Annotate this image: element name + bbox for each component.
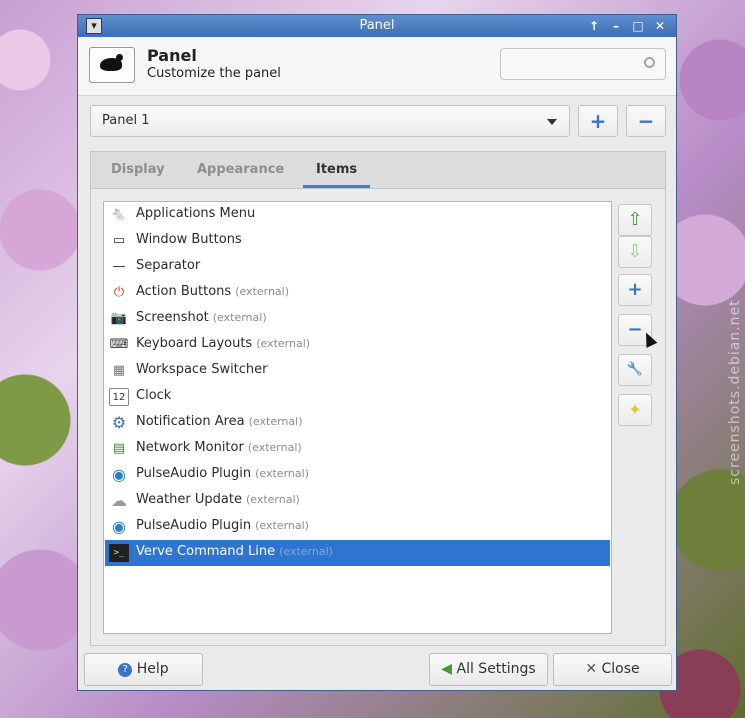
network-icon: ▤ <box>112 441 126 456</box>
audio-icon: ◉ <box>112 465 126 484</box>
all-settings-button[interactable]: ◀ All Settings <box>429 653 548 686</box>
add-item-button[interactable]: + <box>618 274 652 306</box>
list-item[interactable]: ◉ PulseAudio Plugin (external) <box>105 462 610 488</box>
list-item[interactable]: ☁ Weather Update (external) <box>105 488 610 514</box>
item-external-tag: (external) <box>279 545 333 558</box>
panel-app-icon <box>89 47 135 83</box>
item-external-tag: (external) <box>248 415 303 428</box>
header-title: Panel <box>147 46 197 65</box>
item-external-tag: (external) <box>255 519 309 532</box>
list-item[interactable]: 📷 Screenshot (external) <box>105 306 610 332</box>
item-label: Screenshot <box>136 310 209 325</box>
list-item[interactable]: ⌨ Keyboard Layouts (external) <box>105 332 610 358</box>
item-external-tag: (external) <box>256 337 311 350</box>
close-button[interactable]: ✕ Close <box>553 653 672 686</box>
tab-items[interactable]: Items <box>316 162 357 177</box>
remove-panel-button[interactable]: − <box>626 105 666 137</box>
maximize-button[interactable]: □ <box>630 18 646 34</box>
tab-display[interactable]: Display <box>111 162 165 177</box>
help-button[interactable]: ? Help <box>84 653 203 686</box>
move-up-button[interactable]: ⇧ <box>618 204 652 236</box>
titlebar[interactable]: ▾ Panel ↑ – □ ✕ <box>78 15 676 37</box>
settings-notebook: Display Appearance Items 🐁 Applications … <box>90 151 666 646</box>
item-external-tag: (external) <box>245 493 300 506</box>
list-item[interactable]: ⏻ Action Buttons (external) <box>105 280 610 306</box>
item-label: Separator <box>136 258 201 273</box>
list-item[interactable]: 🐁 Applications Menu <box>105 202 610 228</box>
list-item[interactable]: ▤ Network Monitor (external) <box>105 436 610 462</box>
item-label: Applications Menu <box>136 206 256 221</box>
item-label: Action Buttons <box>136 284 232 299</box>
minimize-button[interactable]: – <box>608 18 624 34</box>
camera-icon: 📷 <box>110 311 128 326</box>
close-window-button[interactable]: ✕ <box>652 18 668 34</box>
list-item[interactable]: — Separator <box>105 254 610 280</box>
back-arrow-icon: ◀ <box>441 661 453 677</box>
active-tab-indicator <box>303 185 370 188</box>
help-label: Help <box>136 661 169 677</box>
all-settings-label: All Settings <box>456 661 536 677</box>
mouse-icon: 🐁 <box>110 207 128 222</box>
item-label: Clock <box>136 388 172 403</box>
action-buttons-icon: ⏻ <box>113 285 125 300</box>
add-panel-button[interactable]: + <box>578 105 618 137</box>
list-item-selected[interactable]: >_ Verve Command Line (external) <box>105 540 610 566</box>
help-icon: ? <box>118 663 133 677</box>
item-external-tag: (external) <box>212 311 267 324</box>
list-item[interactable]: ⚙ Notification Area (external) <box>105 410 610 436</box>
watermark-text: screenshots.debian.net <box>727 299 743 485</box>
item-label: Window Buttons <box>136 232 242 247</box>
item-label: Workspace Switcher <box>136 362 268 377</box>
keyboard-icon: ⌨ <box>109 337 129 352</box>
audio-icon: ◉ <box>112 517 126 536</box>
item-external-tag: (external) <box>255 467 309 480</box>
items-list[interactable]: 🐁 Applications Menu ▭ Window Buttons — S… <box>103 201 612 634</box>
terminal-icon: >_ <box>109 544 129 562</box>
list-item[interactable]: ▭ Window Buttons <box>105 228 610 254</box>
search-icon <box>644 57 655 68</box>
panel-window: ▾ Panel ↑ – □ ✕ Panel Customize the pane… <box>77 14 677 691</box>
panel-select[interactable]: Panel 1 <box>90 105 570 137</box>
panel-select-value: Panel 1 <box>102 113 150 128</box>
shade-button[interactable]: ↑ <box>586 18 602 34</box>
close-label: Close <box>601 661 640 677</box>
list-item[interactable]: ▦ Workspace Switcher <box>105 358 610 384</box>
move-down-button[interactable]: ⇩ <box>618 236 652 268</box>
search-input[interactable] <box>500 48 666 80</box>
tab-appearance[interactable]: Appearance <box>197 162 284 177</box>
workspace-icon: ▦ <box>112 363 126 378</box>
item-label: Network Monitor <box>136 440 244 455</box>
close-icon: ✕ <box>585 661 598 677</box>
weather-icon: ☁ <box>111 491 127 510</box>
list-item[interactable]: ◉ PulseAudio Plugin (external) <box>105 514 610 540</box>
item-external-tag: (external) <box>235 285 290 298</box>
list-item[interactable]: 12 Clock <box>105 384 610 410</box>
item-external-tag: (external) <box>247 441 302 454</box>
item-label: Weather Update <box>136 492 242 507</box>
chevron-down-icon <box>547 119 557 125</box>
item-label: PulseAudio Plugin <box>136 518 252 533</box>
tab-bar: Display Appearance Items <box>91 152 665 189</box>
item-label: PulseAudio Plugin <box>136 466 252 481</box>
header-subtitle: Customize the panel <box>147 66 281 81</box>
calendar-icon: 12 <box>109 388 129 406</box>
about-item-button[interactable]: ✦ <box>618 394 652 426</box>
separator-icon: — <box>112 259 126 274</box>
dialog-header: Panel Customize the panel <box>78 37 676 96</box>
window-buttons-icon: ▭ <box>112 233 126 248</box>
item-label: Keyboard Layouts <box>136 336 253 351</box>
item-label: Notification Area <box>136 414 245 429</box>
item-label: Verve Command Line <box>136 544 276 559</box>
edit-item-button[interactable]: 🔧 <box>618 354 652 386</box>
gear-icon: ⚙ <box>111 413 127 432</box>
